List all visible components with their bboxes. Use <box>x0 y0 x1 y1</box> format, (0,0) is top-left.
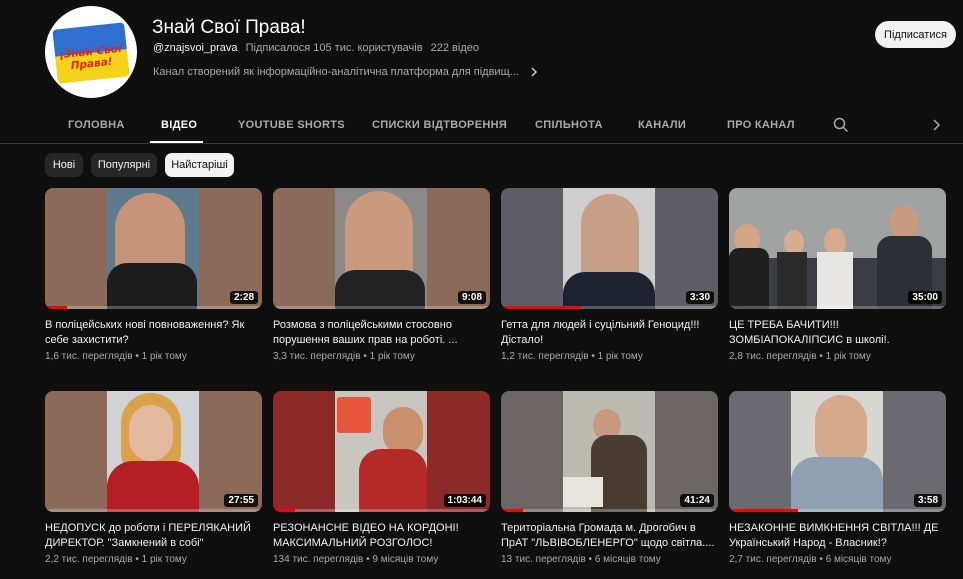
video-meta: 2,2 тис. переглядів • 1 рік тому <box>45 554 187 565</box>
video-age: 9 місяців тому <box>372 554 439 565</box>
view-count: 2,7 тис. переглядів <box>729 554 817 565</box>
channel-description-text: Канал створений як інформаційно-аналітич… <box>153 66 519 78</box>
channel-header: ¡Знай Свої Права! Знай Свої Права! @znaj… <box>0 0 963 105</box>
video-age: 1 рік тому <box>141 351 187 362</box>
video-age: 1 рік тому <box>369 351 415 362</box>
video-card[interactable]: 41:24 Територіальна Громада м. Дрогобич … <box>501 391 718 579</box>
video-duration: 1:03:44 <box>443 494 486 507</box>
watch-progress <box>501 306 582 309</box>
video-age: 1 рік тому <box>141 554 187 565</box>
video-duration: 41:24 <box>680 494 714 507</box>
view-count: 3,3 тис. переглядів <box>273 351 361 362</box>
video-title[interactable]: В поліцейських нові повноваження? Як себ… <box>45 318 262 348</box>
search-icon[interactable] <box>832 116 850 134</box>
video-title[interactable]: Територіальна Громада м. Дрогобич в ПрАТ… <box>501 521 718 551</box>
video-meta: 134 тис. переглядів • 9 місяців тому <box>273 554 439 565</box>
video-age: 1 рік тому <box>597 351 643 362</box>
tab-shorts[interactable]: YOUTUBE SHORTS <box>238 119 345 131</box>
channel-description[interactable]: Канал створений як інформаційно-аналітич… <box>153 65 541 79</box>
video-age: 6 місяців тому <box>825 554 892 565</box>
tab-home[interactable]: ГОЛОВНА <box>68 119 125 131</box>
video-meta: 2,8 тис. переглядів • 1 рік тому <box>729 351 871 362</box>
video-title[interactable]: НЕЗАКОННЕ ВИМКНЕННЯ СВІТЛА!!! ДЕ Українс… <box>729 521 946 551</box>
video-card[interactable]: 2:28 В поліцейських нові повноваження? Я… <box>45 188 262 378</box>
video-card[interactable]: 35:00 ЦЕ ТРЕБА БАЧИТИ!!! ЗОМБІАПОКАЛІПСИ… <box>729 188 946 378</box>
video-title[interactable]: НЕДОПУСК до роботи і ПЕРЕЛЯКАНИЙ ДИРЕКТО… <box>45 521 262 551</box>
subscriber-count: Підписалося 105 тис. користувачів <box>245 42 423 54</box>
video-card[interactable]: 27:55 НЕДОПУСК до роботи і ПЕРЕЛЯКАНИЙ Д… <box>45 391 262 579</box>
tab-channels[interactable]: КАНАЛИ <box>638 119 686 131</box>
subscribe-button[interactable]: Підписатися <box>875 21 956 48</box>
video-duration: 27:55 <box>224 494 258 507</box>
video-duration: 35:00 <box>908 291 942 304</box>
video-card[interactable]: 1:03:44 РЕЗОНАНСНЕ ВІДЕО НА КОРДОНІ! МАК… <box>273 391 490 579</box>
tab-about[interactable]: ПРО КАНАЛ <box>727 119 795 131</box>
video-thumbnail[interactable]: 41:24 <box>501 391 718 512</box>
chip-newest[interactable]: Нові <box>45 153 83 177</box>
video-duration: 9:08 <box>457 291 486 304</box>
video-title[interactable]: ЦЕ ТРЕБА БАЧИТИ!!! ЗОМБІАПОКАЛІПСИС в шк… <box>729 318 946 348</box>
view-count: 1,6 тис. переглядів <box>45 351 133 362</box>
channel-handle: @znajsvoi_prava <box>153 42 238 54</box>
watch-progress <box>501 509 523 512</box>
video-thumbnail[interactable]: 9:08 <box>273 188 490 309</box>
tab-videos[interactable]: ВІДЕО <box>161 119 197 131</box>
video-title[interactable]: Гетта для людей і суцільний Геноцид!!! Д… <box>501 318 718 348</box>
tab-playlists[interactable]: СПИСКИ ВІДТВОРЕННЯ <box>372 119 507 131</box>
video-card[interactable]: 9:08 Розмова з поліцейськими стосовно по… <box>273 188 490 378</box>
chip-oldest[interactable]: Найстаріші <box>165 153 234 177</box>
video-duration: 3:58 <box>913 494 942 507</box>
video-title[interactable]: РЕЗОНАНСНЕ ВІДЕО НА КОРДОНІ! МАКСИМАЛЬНИ… <box>273 521 490 551</box>
video-thumbnail[interactable]: 35:00 <box>729 188 946 309</box>
channel-tabs: ГОЛОВНА ВІДЕО YOUTUBE SHORTS СПИСКИ ВІДТ… <box>0 108 963 144</box>
video-thumbnail[interactable]: 3:30 <box>501 188 718 309</box>
video-meta: 2,7 тис. переглядів • 6 місяців тому <box>729 554 892 565</box>
channel-meta: @znajsvoi_prava Підписалося 105 тис. кор… <box>153 42 484 54</box>
video-meta: 13 тис. переглядів • 6 місяців тому <box>501 554 661 565</box>
video-meta: 1,6 тис. переглядів • 1 рік тому <box>45 351 187 362</box>
video-meta: 3,3 тис. переглядів • 1 рік тому <box>273 351 415 362</box>
chevron-right-icon <box>527 65 541 79</box>
active-tab-indicator <box>150 141 203 143</box>
video-age: 1 рік тому <box>825 351 871 362</box>
watch-progress <box>45 306 67 309</box>
video-card[interactable]: 3:30 Гетта для людей і суцільний Геноцид… <box>501 188 718 378</box>
view-count: 13 тис. переглядів <box>501 554 586 565</box>
channel-avatar[interactable]: ¡Знай Свої Права! <box>45 6 137 98</box>
video-card[interactable]: 3:58 НЕЗАКОННЕ ВИМКНЕННЯ СВІТЛА!!! ДЕ Ук… <box>729 391 946 579</box>
tab-community[interactable]: СПІЛЬНОТА <box>535 119 603 131</box>
video-title[interactable]: Розмова з поліцейськими стосовно порушен… <box>273 318 490 348</box>
video-thumbnail[interactable]: 2:28 <box>45 188 262 309</box>
chevron-right-icon[interactable] <box>928 117 944 133</box>
video-thumbnail[interactable]: 1:03:44 <box>273 391 490 512</box>
video-count: 222 відео <box>430 42 479 54</box>
video-age: 6 місяців тому <box>594 554 661 565</box>
watch-progress <box>729 509 799 512</box>
view-count: 2,2 тис. переглядів <box>45 554 133 565</box>
video-meta: 1,2 тис. переглядів • 1 рік тому <box>501 351 643 362</box>
chip-popular[interactable]: Популярні <box>91 153 157 177</box>
channel-title: Знай Свої Права! <box>152 17 306 38</box>
video-duration: 2:28 <box>229 291 258 304</box>
video-thumbnail[interactable]: 27:55 <box>45 391 262 512</box>
video-thumbnail[interactable]: 3:58 <box>729 391 946 512</box>
view-count: 134 тис. переглядів <box>273 554 364 565</box>
watch-progress <box>273 509 295 512</box>
view-count: 2,8 тис. переглядів <box>729 351 817 362</box>
view-count: 1,2 тис. переглядів <box>501 351 589 362</box>
video-duration: 3:30 <box>685 291 714 304</box>
